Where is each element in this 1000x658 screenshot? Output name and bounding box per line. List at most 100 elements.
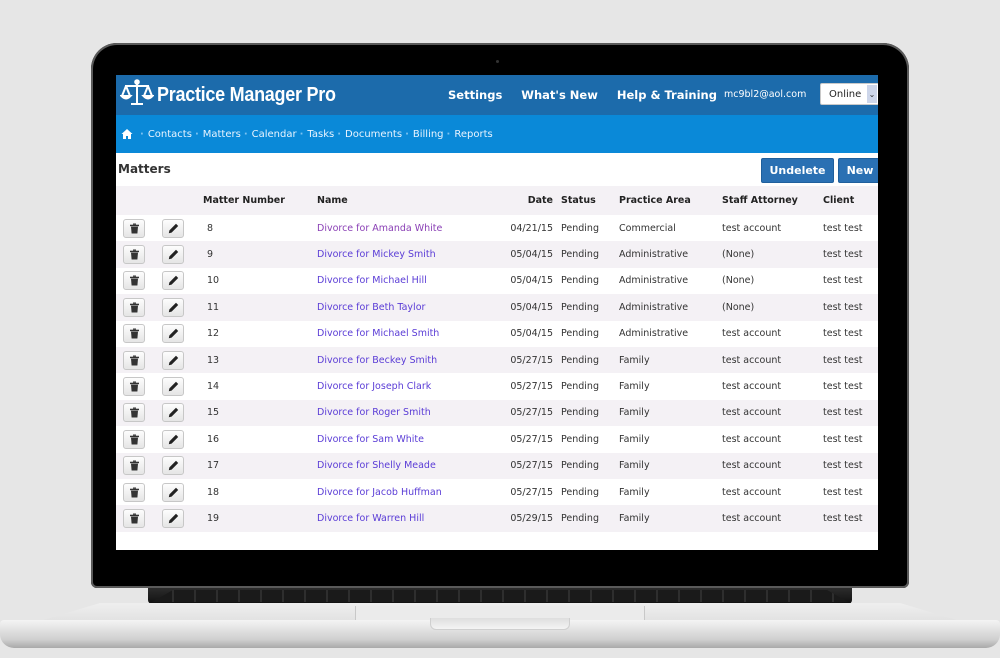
delete-button[interactable]: [123, 482, 145, 502]
top-bar: Practice Manager Pro Settings What's New…: [116, 75, 878, 115]
matter-number: 12: [207, 328, 220, 340]
subnav-documents[interactable]: Documents: [334, 129, 402, 140]
undelete-button[interactable]: Undelete: [761, 158, 834, 183]
matter-name-link[interactable]: Divorce for Michael Smith: [317, 328, 439, 339]
edit-button[interactable]: [162, 377, 184, 397]
edit-button[interactable]: [162, 271, 184, 291]
table-row: 10 Divorce for Michael Hill 05/04/15 Pen…: [116, 267, 878, 295]
matter-date: 05/04/15: [510, 249, 553, 261]
delete-button[interactable]: [123, 377, 145, 397]
table-header-row: Matter Number Name Date Status Practice …: [116, 186, 878, 215]
subnav-reports[interactable]: Reports: [444, 129, 492, 140]
matter-practice-area: Commercial: [619, 222, 676, 234]
edit-button[interactable]: [162, 245, 184, 265]
delete-button[interactable]: [123, 508, 145, 528]
matter-staff-attorney: test account: [722, 328, 782, 340]
matter-status: Pending: [561, 301, 599, 313]
col-delete-header: [116, 186, 153, 215]
matter-date: 05/27/15: [510, 354, 553, 366]
delete-button[interactable]: [123, 271, 145, 291]
matter-staff-attorney: test account: [722, 407, 782, 419]
col-staff-attorney-header[interactable]: Staff Attorney: [722, 186, 823, 215]
subnav-billing[interactable]: Billing: [402, 129, 444, 140]
edit-button[interactable]: [162, 218, 184, 238]
col-client-header[interactable]: Client: [823, 186, 878, 215]
topnav-whats-new[interactable]: What's New: [521, 88, 598, 102]
matter-status: Pending: [561, 407, 599, 419]
col-date-header[interactable]: Date: [489, 186, 561, 215]
matter-staff-attorney: (None): [722, 249, 755, 261]
edit-button[interactable]: [162, 297, 184, 317]
delete-button[interactable]: [123, 297, 145, 317]
matter-practice-area: Administrative: [619, 249, 689, 261]
matter-name-link[interactable]: Divorce for Roger Smith: [317, 407, 431, 418]
matter-name-link[interactable]: Divorce for Mickey Smith: [317, 249, 436, 260]
delete-button[interactable]: [123, 403, 145, 423]
topnav-settings[interactable]: Settings: [448, 88, 502, 102]
matter-practice-area: Administrative: [619, 301, 689, 313]
matter-date: 05/04/15: [510, 328, 553, 340]
matter-number: 16: [207, 433, 220, 445]
new-button[interactable]: New: [838, 158, 878, 183]
matter-name-link[interactable]: Divorce for Beckey Smith: [317, 355, 437, 366]
matter-date: 05/04/15: [510, 275, 553, 287]
subnav-calendar[interactable]: Calendar: [241, 129, 297, 140]
edit-button[interactable]: [162, 324, 184, 344]
delete-button[interactable]: [123, 456, 145, 476]
trash-icon: [129, 355, 139, 366]
table-row: 8 Divorce for Amanda White 04/21/15 Pend…: [116, 215, 878, 242]
matter-client: test test: [823, 512, 863, 524]
user-email: mc9bl2@aol.com: [724, 89, 807, 100]
delete-button[interactable]: [123, 429, 145, 449]
matter-name-link[interactable]: Divorce for Warren Hill: [317, 513, 424, 524]
pencil-icon: [168, 434, 178, 445]
matter-date: 05/27/15: [510, 407, 553, 419]
subnav-tasks[interactable]: Tasks: [297, 129, 334, 140]
edit-button[interactable]: [162, 403, 184, 423]
delete-button[interactable]: [123, 218, 145, 238]
col-name-header[interactable]: Name: [317, 186, 489, 215]
col-matter-number-header[interactable]: Matter Number: [203, 186, 317, 215]
app-logo[interactable]: Practice Manager Pro: [119, 78, 356, 112]
matter-date: 05/27/15: [510, 433, 553, 445]
col-practice-area-header[interactable]: Practice Area: [619, 186, 722, 215]
matter-name-link[interactable]: Divorce for Shelly Meade: [317, 460, 436, 471]
status-select[interactable]: Online ⌄: [820, 83, 878, 105]
trash-icon: [129, 275, 139, 286]
col-edit-header: [153, 186, 203, 215]
matter-name-link[interactable]: Divorce for Joseph Clark: [317, 381, 431, 392]
trash-icon: [129, 460, 139, 471]
matter-name-link[interactable]: Divorce for Jacob Huffman: [317, 487, 442, 498]
delete-button[interactable]: [123, 350, 145, 370]
col-status-header[interactable]: Status: [561, 186, 619, 215]
home-icon[interactable]: [121, 125, 137, 144]
matter-client: test test: [823, 222, 863, 234]
matter-name-link[interactable]: Divorce for Amanda White: [317, 223, 442, 234]
trash-icon: [129, 407, 139, 418]
matter-practice-area: Administrative: [619, 275, 689, 287]
edit-button[interactable]: [162, 350, 184, 370]
matter-status: Pending: [561, 433, 599, 445]
matter-staff-attorney: test account: [722, 512, 782, 524]
edit-button[interactable]: [162, 508, 184, 528]
chevron-down-icon[interactable]: ⌄: [867, 85, 877, 103]
matter-status: Pending: [561, 486, 599, 498]
app-screen: Practice Manager Pro Settings What's New…: [116, 75, 878, 550]
subnav-contacts[interactable]: Contacts: [137, 129, 192, 140]
subnav-matters[interactable]: Matters: [192, 129, 241, 140]
edit-button[interactable]: [162, 429, 184, 449]
edit-button[interactable]: [162, 482, 184, 502]
delete-button[interactable]: [123, 245, 145, 265]
edit-button[interactable]: [162, 456, 184, 476]
matter-name-link[interactable]: Divorce for Michael Hill: [317, 275, 427, 286]
matter-number: 8: [207, 222, 214, 234]
topnav-help-training[interactable]: Help & Training: [617, 88, 717, 102]
pencil-icon: [168, 329, 178, 339]
table-row: 18 Divorce for Jacob Huffman 05/27/15 Pe…: [116, 478, 878, 506]
delete-button[interactable]: [123, 324, 145, 344]
matter-client: test test: [823, 407, 863, 419]
matter-date: 05/04/15: [510, 301, 553, 313]
matter-name-link[interactable]: Divorce for Beth Taylor: [317, 302, 425, 313]
matter-name-link[interactable]: Divorce for Sam White: [317, 434, 424, 445]
matter-status: Pending: [561, 275, 599, 287]
